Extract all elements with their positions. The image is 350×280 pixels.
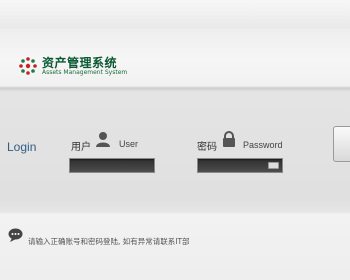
login-notice: 请输入正确账号和密码登陆, 如有异常请联系IT部 [28, 237, 190, 246]
username-input[interactable] [70, 164, 154, 178]
header: 资产管理系统 Assets Management System [0, 28, 350, 88]
username-label-en: User [119, 139, 139, 149]
login-label: Login [7, 140, 37, 154]
logo-dots-icon [19, 57, 37, 75]
login-button[interactable] [333, 126, 350, 162]
logo-subtitle: Assets Management System [42, 69, 128, 76]
footer: 请输入正确账号和密码登陆, 如有异常请联系IT部 [0, 214, 350, 280]
top-band [0, 0, 350, 28]
logo: 资产管理系统 Assets Management System [18, 54, 138, 82]
keyboard-icon[interactable] [268, 162, 279, 169]
username-field[interactable] [69, 158, 155, 178]
username-label-cn: 用户 [71, 142, 91, 153]
password-label-en: Password [243, 140, 283, 150]
user-silhouette-icon [96, 132, 110, 147]
password-field[interactable] [197, 158, 283, 178]
password-label-cn: 密码 [197, 142, 217, 153]
padlock-icon [223, 131, 235, 147]
login-panel: Login 用户 User 密码 Password [0, 88, 350, 214]
speech-bubble-icon [8, 228, 23, 242]
